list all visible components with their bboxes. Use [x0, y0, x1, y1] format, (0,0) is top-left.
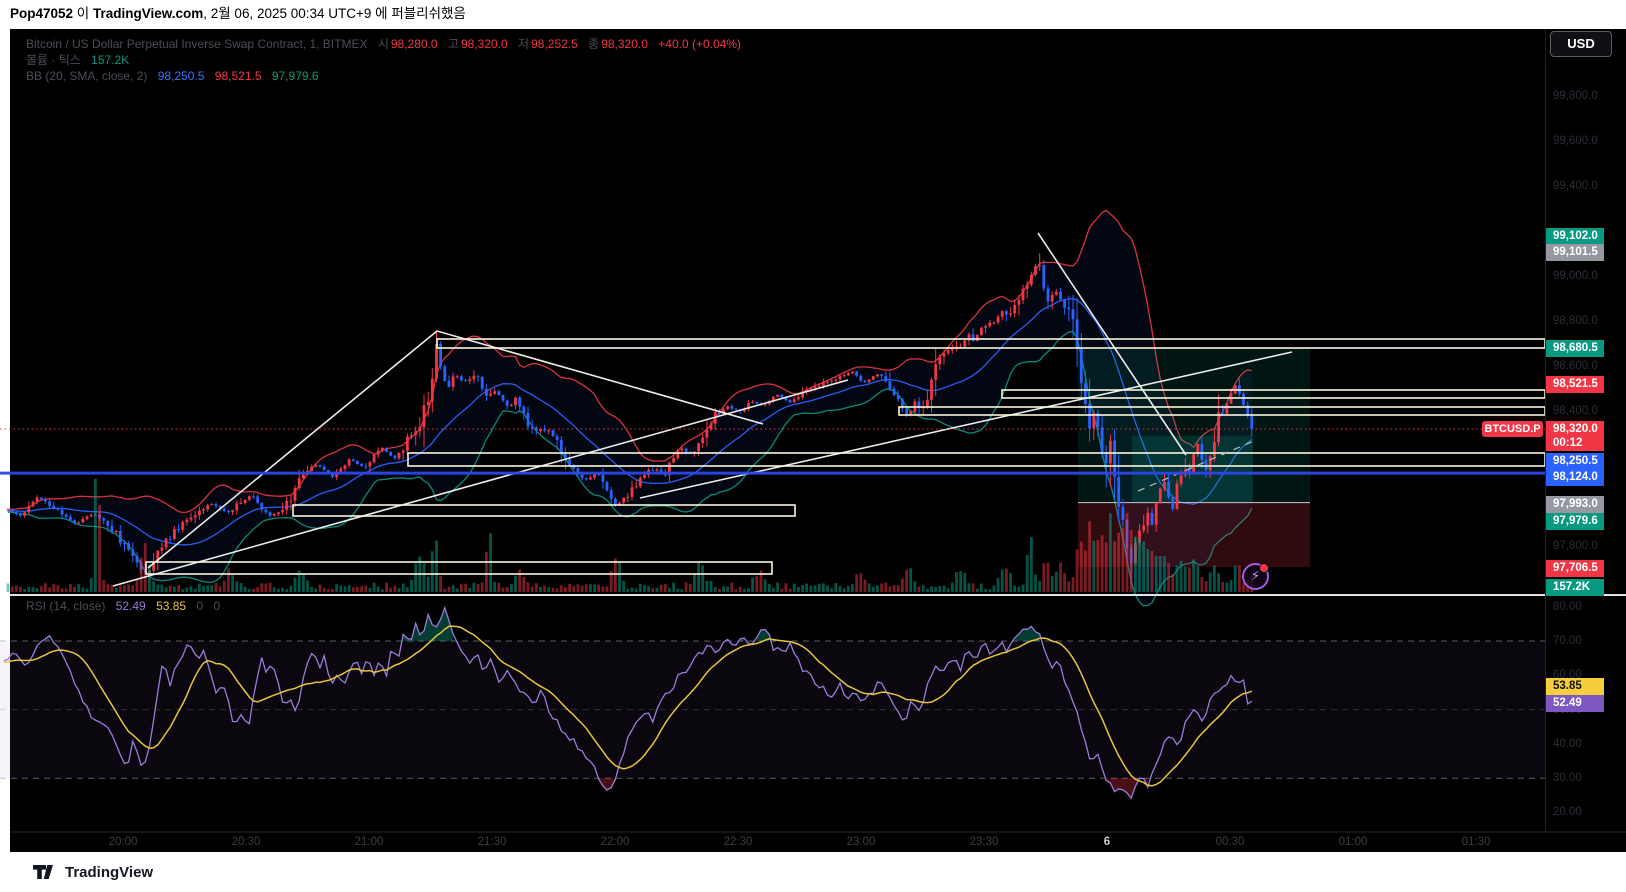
chart-canvas[interactable] — [0, 29, 1626, 852]
footer-bar: TradingView — [0, 852, 1626, 892]
tradingview-logo-icon[interactable] — [33, 864, 57, 880]
reaction-lightning-icon[interactable]: ⚡ — [1242, 563, 1269, 590]
tradingview-link[interactable]: TradingView.com — [93, 6, 203, 21]
publication-text: , 2월 06, 2025 00:34 UTC+9 에 퍼블리쉬했음 — [203, 6, 466, 21]
publication-bar: Pop47052 이 TradingView.com, 2월 06, 2025 … — [0, 0, 1626, 29]
notification-dot — [1259, 563, 1269, 573]
author-link[interactable]: Pop47052 — [10, 6, 73, 21]
currency-unit-button[interactable]: USD — [1550, 31, 1612, 57]
footer-brand[interactable]: TradingView — [65, 864, 153, 881]
publication-text-joiner: 이 — [73, 6, 93, 21]
